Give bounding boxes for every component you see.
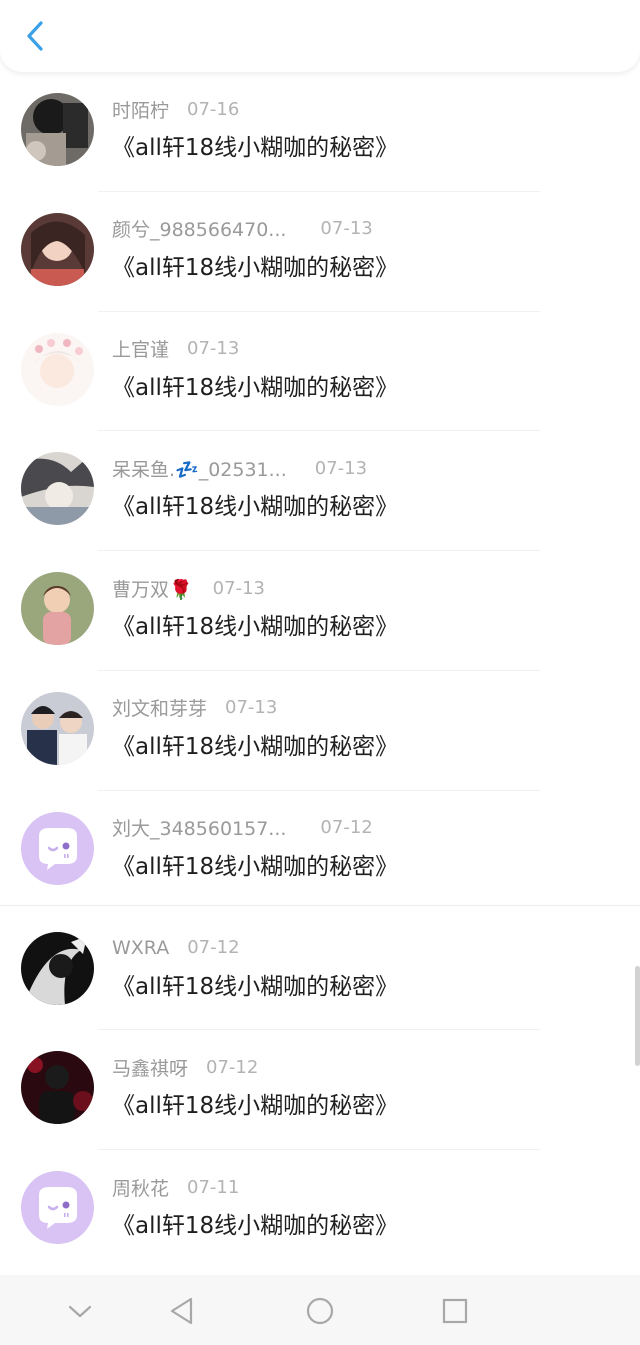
nav-recents-button[interactable] [433, 1289, 477, 1333]
book-title[interactable]: 《all轩18线小糊咖的秘密》 [112, 727, 398, 761]
book-title[interactable]: 《all轩18线小糊咖的秘密》 [112, 967, 398, 1001]
item-date: 07-16 [187, 98, 240, 120]
item-meta: 刘大_348560157... 07-12 [112, 815, 373, 841]
avatar[interactable] [21, 212, 94, 286]
user-name[interactable]: 刘文和芽芽 [112, 694, 207, 721]
list-item[interactable]: 周秋花 07-11 《all轩18线小糊咖的秘密》 [0, 1150, 640, 1270]
avatar[interactable] [21, 452, 94, 526]
user-name[interactable]: 刘大_348560157... [112, 814, 286, 841]
user-name[interactable]: 呆呆鱼.💤_02531... [112, 455, 287, 482]
item-meta: 呆呆鱼.💤_02531... 07-13 [112, 455, 367, 481]
system-nav-bar [0, 1275, 640, 1345]
avatar[interactable] [21, 811, 94, 885]
user-name[interactable]: 马鑫祺呀 [112, 1054, 188, 1081]
book-title[interactable]: 《all轩18线小糊咖的秘密》 [112, 607, 398, 641]
book-title[interactable]: 《all轩18线小糊咖的秘密》 [112, 128, 398, 162]
list-item[interactable]: 颜兮_988566470... 07-13 《all轩18线小糊咖的秘密》 [0, 192, 640, 312]
item-meta: WXRA 07-12 [112, 935, 240, 961]
item-meta: 颜兮_988566470... 07-13 [112, 216, 373, 242]
item-date: 07-12 [206, 1056, 259, 1078]
list-item[interactable]: 刘文和芽芽 07-13 《all轩18线小糊咖的秘密》 [0, 671, 640, 791]
user-name[interactable]: 颜兮_988566470... [112, 215, 286, 242]
item-meta: 曹万双🌹 07-13 [112, 575, 265, 601]
book-title[interactable]: 《all轩18线小糊咖的秘密》 [112, 1206, 398, 1240]
avatar[interactable] [21, 931, 94, 1005]
user-name[interactable]: 周秋花 [112, 1174, 169, 1201]
reader-list: 时陌柠 07-16 《all轩18线小糊咖的秘密》 颜兮_988566470..… [0, 72, 640, 1270]
item-meta: 刘文和芽芽 07-13 [112, 695, 277, 721]
user-name[interactable]: WXRA [112, 937, 169, 959]
avatar[interactable] [21, 93, 94, 166]
item-meta: 马鑫祺呀 07-12 [112, 1054, 258, 1080]
back-triangle-icon [170, 1297, 193, 1325]
item-meta: 上官谨 07-13 [112, 336, 239, 362]
item-meta: 周秋花 07-11 [112, 1174, 239, 1200]
item-date: 07-12 [320, 817, 373, 839]
user-name[interactable]: 时陌柠 [112, 96, 169, 123]
item-date: 07-13 [212, 577, 265, 599]
chevron-left-icon [27, 21, 43, 51]
list-item[interactable]: 刘大_348560157... 07-12 《all轩18线小糊咖的秘密》 [0, 791, 640, 911]
section-divider [0, 905, 640, 906]
list-item[interactable]: 时陌柠 07-16 《all轩18线小糊咖的秘密》 [0, 72, 640, 192]
list-item[interactable]: 马鑫祺呀 07-12 《all轩18线小糊咖的秘密》 [0, 1030, 640, 1151]
top-bar [0, 0, 640, 72]
item-date: 07-13 [225, 697, 278, 719]
back-button[interactable] [14, 12, 56, 60]
avatar[interactable] [21, 332, 94, 406]
list-item[interactable]: 呆呆鱼.💤_02531... 07-13 《all轩18线小糊咖的秘密》 [0, 431, 640, 552]
item-date: 07-12 [187, 937, 240, 959]
item-date: 07-13 [320, 218, 373, 240]
book-title[interactable]: 《all轩18线小糊咖的秘密》 [112, 847, 398, 881]
item-date: 07-11 [187, 1176, 240, 1198]
item-date: 07-13 [314, 457, 368, 479]
avatar[interactable] [21, 572, 94, 646]
nav-home-button[interactable] [298, 1289, 342, 1333]
avatar[interactable] [21, 1051, 94, 1125]
chat-bubble-icon [21, 1171, 94, 1245]
home-circle-icon [306, 1297, 334, 1325]
list-item[interactable]: 上官谨 07-13 《all轩18线小糊咖的秘密》 [0, 312, 640, 432]
nav-back-button[interactable] [160, 1289, 204, 1333]
user-name[interactable]: 曹万双🌹 [112, 575, 193, 602]
user-name[interactable]: 上官谨 [112, 335, 169, 362]
list-item[interactable]: WXRA 07-12 《all轩18线小糊咖的秘密》 [0, 911, 640, 1031]
scrollbar[interactable] [635, 966, 640, 1066]
chat-bubble-icon [21, 811, 94, 885]
book-title[interactable]: 《all轩18线小糊咖的秘密》 [112, 1086, 398, 1120]
avatar[interactable] [21, 1171, 94, 1245]
item-meta: 时陌柠 07-16 [112, 96, 239, 122]
chevron-down-icon [68, 1305, 92, 1318]
book-title[interactable]: 《all轩18线小糊咖的秘密》 [112, 248, 398, 282]
item-date: 07-13 [187, 338, 240, 360]
recents-square-icon [442, 1298, 468, 1324]
book-title[interactable]: 《all轩18线小糊咖的秘密》 [112, 368, 398, 402]
nav-hide-button[interactable] [58, 1289, 102, 1333]
avatar[interactable] [21, 691, 94, 765]
list-item[interactable]: 曹万双🌹 07-13 《all轩18线小糊咖的秘密》 [0, 551, 640, 671]
book-title[interactable]: 《all轩18线小糊咖的秘密》 [112, 487, 398, 521]
